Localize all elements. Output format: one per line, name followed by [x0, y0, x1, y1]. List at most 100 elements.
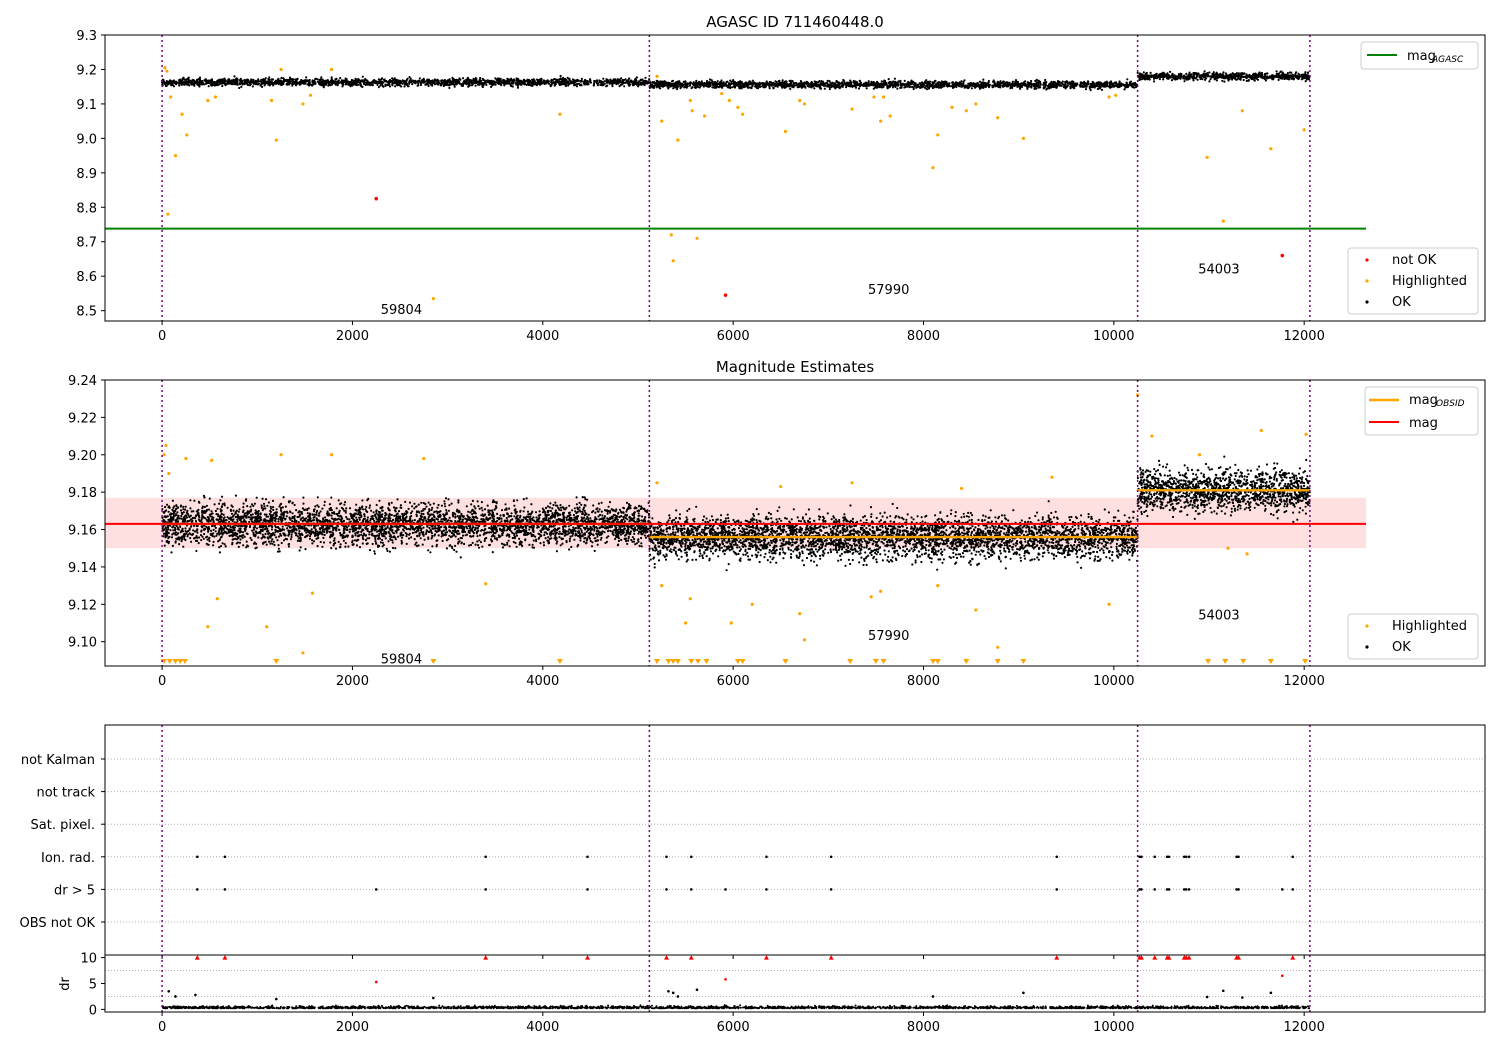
dr-point: [1205, 995, 1209, 999]
highlighted-point: [274, 138, 278, 142]
highlighted-point: [209, 458, 214, 462]
flag-point: [196, 855, 199, 859]
x-tick-label: 2000: [336, 1020, 369, 1035]
not-ok-point: [1280, 253, 1285, 258]
below-range-marker: [872, 659, 879, 664]
highlighted-point: [165, 69, 169, 73]
flag-point: [1237, 888, 1240, 891]
y-tick-label: 8.9: [76, 167, 97, 182]
flag-point: [223, 888, 227, 891]
y-tick-label: 9.1: [76, 98, 97, 113]
highlighted-point: [936, 584, 940, 588]
flag-point: [1167, 855, 1171, 859]
highlighted-point: [1050, 475, 1054, 479]
flag-point: [665, 855, 668, 859]
x-tick-label: 10000: [1093, 1020, 1134, 1035]
flag-point: [1237, 855, 1240, 859]
flag-category-label: not Kalman: [21, 753, 95, 768]
below-range-marker: [703, 659, 710, 664]
dr-point: [174, 995, 177, 998]
highlighted-point: [329, 67, 334, 72]
below-range-marker: [1240, 659, 1247, 664]
flag-point: [1291, 855, 1295, 859]
legend-marker-not-ok: [1365, 258, 1369, 262]
flag-category-label: Sat. pixel.: [31, 818, 95, 833]
panel-flags: not Kalman not track Sat. pixel. Ion. rad. d…: [20, 724, 1486, 959]
flag-point: [1184, 888, 1188, 891]
highlighted-point: [279, 67, 283, 72]
highlighted-point: [206, 625, 210, 629]
x-tick-label: 4000: [526, 329, 559, 344]
highlighted-point: [180, 112, 184, 116]
x-tick-label: 2000: [336, 329, 369, 344]
dr-point: [931, 995, 935, 998]
x-tick-label: 0: [158, 1020, 166, 1035]
highlighted-point: [736, 105, 740, 109]
flag-point: [1167, 888, 1171, 891]
x-tick-label: 8000: [907, 329, 940, 344]
highlighted-point: [279, 453, 283, 457]
y-tick-label: 8.8: [76, 201, 97, 216]
figure: AGASC ID 711460448.0 59804 57990 54003 0 20…: [20, 13, 1486, 1035]
y-tick-label: 9.22: [68, 411, 97, 426]
dr-clipped-marker: [222, 955, 228, 960]
highlighted-point: [1221, 219, 1225, 223]
highlighted-point: [1226, 546, 1230, 550]
y-tick-label: 9.18: [68, 486, 97, 501]
x-tick-label: 12000: [1283, 674, 1324, 689]
dr-clipped-marker: [1054, 955, 1060, 960]
dr-clipped-marker: [664, 955, 670, 960]
flag-point: [1055, 888, 1059, 891]
flag-point: [1184, 855, 1188, 859]
highlighted-point: [185, 133, 189, 137]
legend-label-highlighted: Highlighted: [1392, 619, 1467, 634]
flag-point: [1140, 855, 1143, 859]
flag-point: [829, 855, 833, 859]
flag-category-label: dr > 5: [54, 883, 95, 898]
y-tick-label: 9.14: [68, 561, 97, 576]
dr-point: [667, 989, 670, 993]
highlighted-point: [881, 95, 886, 99]
not-ok-point: [723, 293, 728, 297]
highlighted-point: [162, 453, 166, 457]
flag-point: [765, 855, 768, 859]
below-range-marker: [934, 659, 941, 664]
panel-dr-frame: [104, 954, 1486, 1013]
highlighted-point: [798, 612, 802, 616]
panel-dr: 0 2000 4000 6000 8000 10000 12000 0 5 10 dr: [58, 952, 1486, 1035]
highlighted-point: [802, 102, 807, 106]
highlighted-point: [798, 98, 802, 103]
obsid-label: 59804: [381, 303, 422, 318]
highlighted-point: [671, 259, 675, 263]
highlighted-point: [959, 486, 964, 491]
dr-clipped-marker: [1290, 955, 1296, 960]
not-ok-point: [374, 196, 379, 201]
below-range-marker: [556, 659, 563, 664]
below-range-marker: [1222, 659, 1229, 664]
dr-point: [671, 991, 675, 995]
highlighted-point: [688, 98, 692, 103]
panel-agasc-plot: 59804 57990 54003: [105, 35, 1367, 321]
flag-point: [1153, 855, 1157, 859]
panel-magnitude: Magnitude Estimates 59804 57990 54003 0 200…: [68, 358, 1486, 689]
dr-point: [724, 978, 727, 981]
legend-marker-highlighted: [1365, 279, 1369, 283]
highlighted-point: [1245, 552, 1249, 556]
x-tick-label: 6000: [717, 674, 750, 689]
legend-label-mag-obsid: mag: [1409, 393, 1438, 408]
obsid-label: 57990: [868, 283, 909, 298]
highlighted-point: [431, 297, 435, 301]
highlighted-point: [1107, 602, 1111, 606]
dr-point: [374, 980, 378, 984]
highlighted-point: [301, 651, 305, 655]
highlighted-point: [169, 95, 173, 99]
below-range-marker: [847, 659, 854, 664]
flag-point: [829, 888, 833, 891]
panel-dr-axes: 0 2000 4000 6000 8000 10000 12000 0 5 10: [80, 952, 1324, 1035]
highlighted-point: [215, 597, 219, 601]
highlighted-point: [1114, 93, 1118, 97]
highlighted-point: [850, 107, 854, 111]
legend-label-ok: OK: [1392, 295, 1411, 310]
below-range-marker: [694, 659, 701, 664]
highlighted-point: [964, 109, 968, 113]
